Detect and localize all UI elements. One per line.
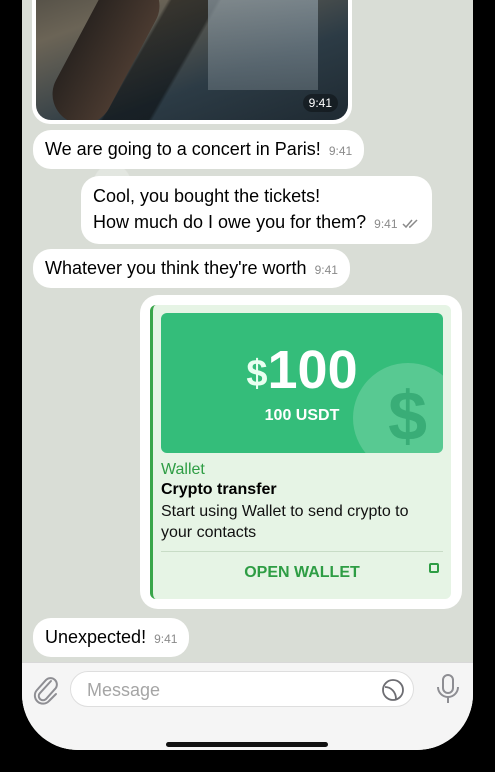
incoming-message[interactable]: Unexpected! 9:41 <box>33 618 190 657</box>
message-input[interactable] <box>85 679 369 702</box>
card-title: Crypto transfer <box>161 481 277 498</box>
wallet-brand: Wallet <box>161 461 205 478</box>
message-time: 9:41 <box>374 217 398 231</box>
message-text: We are going to a concert in Paris! <box>45 139 321 159</box>
photo[interactable]: 9:41 <box>36 0 348 120</box>
microphone-icon[interactable] <box>435 673 461 705</box>
photo-timestamp: 9:41 <box>302 94 338 112</box>
message-text: Whatever you think they're worth <box>45 258 307 278</box>
amount-value: 100 <box>267 340 358 400</box>
transfer-amount: $100 <box>161 339 443 401</box>
card-description: Start using Wallet to send crypto to you… <box>161 503 409 541</box>
message-text-line1: Cool, you bought the tickets! <box>93 186 321 206</box>
incoming-message[interactable]: Whatever you think they're worth 9:41 <box>33 249 350 288</box>
paperclip-icon[interactable] <box>31 673 61 707</box>
outgoing-message[interactable]: Cool, you bought the tickets! How much d… <box>81 176 432 244</box>
message-time: 9:41 <box>154 632 178 646</box>
home-indicator[interactable] <box>166 742 328 747</box>
wallet-transfer-message[interactable]: $ $100 100 USDT Wallet Crypto transfer S… <box>140 295 462 609</box>
message-time: 9:41 <box>314 263 338 277</box>
sticker-icon[interactable] <box>381 678 405 702</box>
photo-building <box>208 0 318 90</box>
open-wallet-button[interactable]: OPEN WALLET <box>161 552 443 582</box>
incoming-message[interactable]: We are going to a concert in Paris! 9:41 <box>33 130 365 169</box>
photo-message[interactable]: 9:41 <box>32 0 352 124</box>
message-text-line2: How much do I owe you for them? <box>93 212 367 232</box>
amount-subtitle: 100 USDT <box>264 407 340 424</box>
photo-subject <box>41 0 171 120</box>
double-check-icon <box>401 219 418 229</box>
phone-screen: 9:41 We are going to a concert in Paris!… <box>22 0 473 750</box>
message-composer <box>22 662 473 750</box>
message-time: 9:41 <box>328 144 353 158</box>
message-input-wrapper[interactable] <box>70 671 414 707</box>
currency-symbol: $ <box>246 353 268 395</box>
message-text: Unexpected! <box>45 627 147 647</box>
external-link-icon <box>429 563 439 573</box>
wallet-card[interactable]: $ $100 100 USDT Wallet Crypto transfer S… <box>150 305 451 599</box>
wallet-banner: $ $100 100 USDT <box>161 313 443 453</box>
